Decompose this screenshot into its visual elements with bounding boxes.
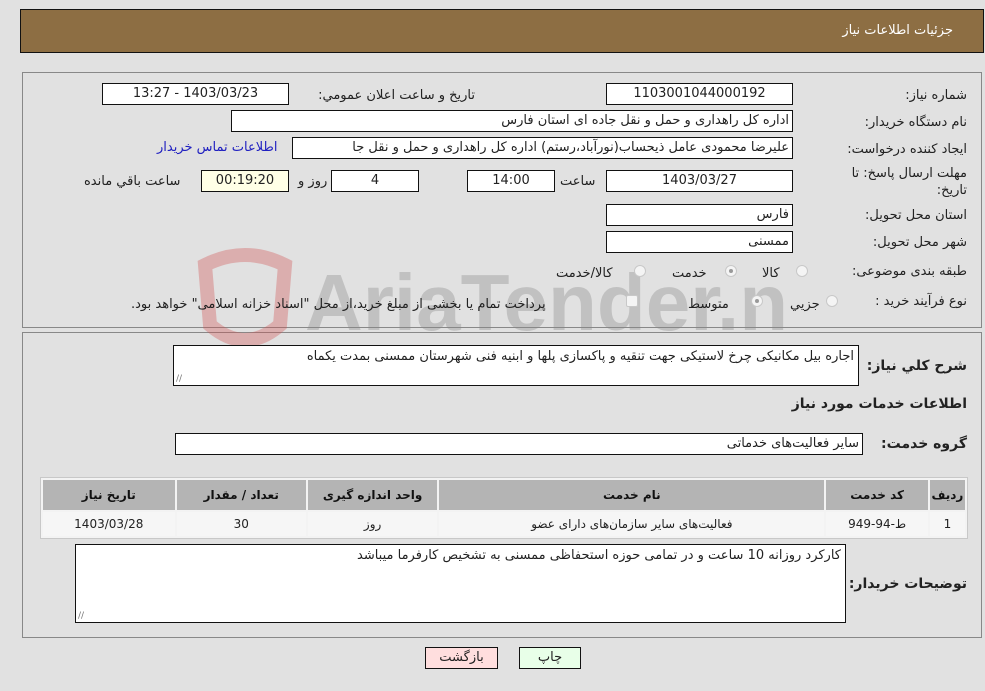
cell-need-date: 1403/03/28 <box>43 512 175 536</box>
cell-quantity: 30 <box>176 512 306 536</box>
description-label: شرح کلي نياز: <box>866 358 967 374</box>
deadline-time-label: ساعت <box>560 174 596 189</box>
city-label: شهر محل تحویل: <box>872 235 967 250</box>
province-label: استان محل تحویل: <box>865 208 967 223</box>
category-radio-service[interactable] <box>725 265 737 277</box>
process-label: نوع فرآیند خرید : <box>875 294 967 309</box>
services-table: رديف کد خدمت نام خدمت واحد اندازه گیری ت… <box>40 477 968 539</box>
buyer-notes-text: کارکرد روزانه 10 ساعت و در تمامی حوزه اس… <box>357 548 841 563</box>
buyer-contact-link[interactable]: اطلاعات تماس خريدار <box>157 140 277 155</box>
category-radio-goods-service[interactable] <box>634 265 646 277</box>
resize-handle-icon[interactable]: // <box>78 611 84 621</box>
deadline-label: مهلت ارسال پاسخ: تا تاریخ: <box>851 166 967 198</box>
city-field: ممسنی <box>606 231 793 253</box>
col-row-number: رديف <box>929 480 965 510</box>
page-header: جزئیات اطلاعات نیاز <box>20 9 984 53</box>
category-option-goods: کالا <box>762 266 780 281</box>
need-number-field: 1103001044000192 <box>606 83 793 105</box>
creator-field: علیرضا محمودی عامل ذیحساب(نورآباد،رستم) … <box>292 137 793 159</box>
creator-label: ایجاد کننده درخواست: <box>847 142 967 157</box>
category-radio-goods[interactable] <box>796 265 808 277</box>
buyer-notes-textarea[interactable]: کارکرد روزانه 10 ساعت و در تمامی حوزه اس… <box>75 544 846 623</box>
category-option-service: خدمت <box>672 266 707 281</box>
table-row: 1 ط-94-949 فعالیت‌های سایر سازمان‌های دا… <box>43 512 965 536</box>
deadline-date-field: 1403/03/27 <box>606 170 793 192</box>
buyer-org-label: نام دستگاه خريدار: <box>864 115 967 130</box>
service-group-label: گروه خدمت: <box>881 436 967 452</box>
print-button[interactable]: چاپ <box>519 647 581 669</box>
province-field: فارس <box>606 204 793 226</box>
col-service-name: نام خدمت <box>439 480 825 510</box>
buyer-org-field: اداره کل راهداری و حمل و نقل جاده ای است… <box>231 110 793 132</box>
process-option-minor: جزيي <box>790 297 820 312</box>
process-radio-minor[interactable] <box>826 295 838 307</box>
announce-datetime-field: 1403/03/23 - 13:27 <box>102 83 289 105</box>
category-label: طبقه بندی موضوعی: <box>851 264 967 279</box>
deadline-time-field: 14:00 <box>467 170 555 192</box>
table-header-row: رديف کد خدمت نام خدمت واحد اندازه گیری ت… <box>43 480 965 510</box>
cell-service-code: ط-94-949 <box>826 512 928 536</box>
announce-label: تاریخ و ساعت اعلان عمومي: <box>318 88 475 103</box>
treasury-note: پرداخت تمام یا بخشی از مبلغ خرید،از محل … <box>131 297 546 312</box>
description-textarea[interactable]: اجاره بیل مکانیکی چرخ لاستیکی جهت تنقیه … <box>173 345 859 386</box>
category-option-goods-service: کالا/خدمت <box>556 266 613 281</box>
page-title: جزئیات اطلاعات نیاز <box>842 23 953 38</box>
days-label: روز و <box>298 174 328 189</box>
need-number-label: شماره نیاز: <box>905 88 967 103</box>
days-remaining-field: 4 <box>331 170 419 192</box>
col-quantity: تعداد / مقدار <box>176 480 306 510</box>
description-text: اجاره بیل مکانیکی چرخ لاستیکی جهت تنقیه … <box>306 349 854 364</box>
col-unit: واحد اندازه گیری <box>307 480 438 510</box>
service-group-field: سایر فعالیت‌های خدماتی <box>175 433 863 455</box>
remaining-time-label: ساعت باقي مانده <box>84 174 181 189</box>
buyer-notes-label: توضیحات خریدار: <box>848 576 967 592</box>
resize-handle-icon[interactable]: // <box>176 374 182 384</box>
back-button[interactable]: بازگشت <box>425 647 498 669</box>
process-option-medium: متوسط <box>688 297 729 312</box>
col-need-date: تاریخ نیاز <box>43 480 175 510</box>
services-section-title: اطلاعات خدمات مورد نیاز <box>791 396 967 412</box>
treasury-checkbox[interactable] <box>626 295 638 307</box>
cell-service-name: فعالیت‌های سایر سازمان‌های دارای عضو <box>439 512 825 536</box>
remaining-time-field: 00:19:20 <box>201 170 289 192</box>
cell-unit: روز <box>307 512 438 536</box>
process-radio-medium[interactable] <box>751 295 763 307</box>
cell-row-number: 1 <box>929 512 965 536</box>
col-service-code: کد خدمت <box>826 480 928 510</box>
